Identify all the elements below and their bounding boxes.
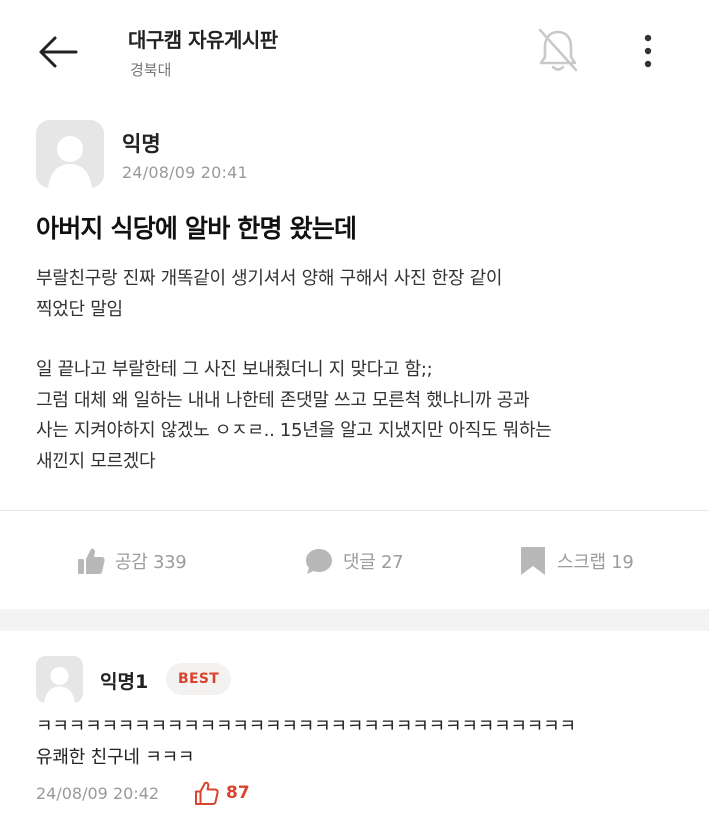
top-app-bar: 대구캠 자유게시판 경북대 — [0, 0, 709, 105]
board-school: 경북대 — [130, 61, 172, 79]
post-body-line: 그럼 대체 왜 일하는 내내 나한테 존댓말 쓰고 모른척 했냐니까 공과 — [36, 389, 530, 411]
bookmark-icon — [521, 547, 545, 575]
more-options-button[interactable] — [628, 28, 668, 74]
comment-timestamp: 24/08/09 20:42 — [36, 784, 160, 803]
thumbs-up-icon — [78, 548, 105, 574]
comment-text: ㅋㅋㅋㅋㅋㅋㅋㅋㅋㅋㅋㅋㅋㅋㅋㅋㅋㅋㅋㅋㅋㅋㅋㅋㅋㅋㅋㅋㅋㅋㅋㅋㅋ 유쾌한 친구… — [36, 711, 576, 773]
post-title: 아버지 식당에 알바 한명 왔는데 — [36, 214, 357, 243]
post-timestamp: 24/08/09 20:41 — [122, 163, 248, 182]
bell-off-icon — [538, 28, 578, 72]
post-action-bar: 공감 339 댓글 27 스크랩 19 — [0, 511, 709, 609]
author-avatar — [36, 120, 104, 188]
post-body-line: 사는 지켜야하지 않겠노 ㅇㅈㄹ.. 15년을 알고 지냈지만 아직도 뭐하는 — [36, 420, 552, 441]
best-badge: BEST — [166, 663, 232, 695]
comment-line: ㅋㅋㅋㅋㅋㅋㅋㅋㅋㅋㅋㅋㅋㅋㅋㅋㅋㅋㅋㅋㅋㅋㅋㅋㅋㅋㅋㅋㅋㅋㅋㅋㅋ — [36, 716, 576, 737]
like-button[interactable]: 공감 339 — [76, 543, 187, 579]
section-separator — [0, 609, 709, 631]
more-vertical-icon — [644, 34, 652, 68]
anonymous-avatar-icon — [36, 656, 83, 703]
scrap-button[interactable]: 스크랩 19 — [518, 543, 634, 579]
back-arrow-icon — [39, 36, 78, 68]
board-title: 대구캠 자유게시판 — [128, 28, 278, 52]
comment-label: 댓글 27 — [343, 552, 404, 573]
comment-like-button[interactable]: 87 — [194, 780, 250, 806]
post-author: 익명 — [122, 132, 161, 156]
post-body: 부랄친구랑 진짜 개똑같이 생기셔서 양해 구해서 사진 한장 같이 찍었단 말… — [36, 264, 686, 477]
comment-author-avatar — [36, 656, 83, 703]
post-body-line: 찍었단 말임 — [36, 298, 123, 320]
scrap-label: 스크랩 19 — [557, 552, 634, 573]
notification-toggle-button[interactable] — [532, 24, 584, 76]
comment-like-count: 87 — [226, 783, 250, 803]
like-label: 공감 339 — [115, 552, 187, 573]
post-body-line: 부랄친구랑 진짜 개똑같이 생기셔서 양해 구해서 사진 한장 같이 — [36, 268, 503, 289]
comment-author: 익명1 — [100, 671, 149, 693]
back-button[interactable] — [34, 30, 82, 74]
comment-bubble-icon — [306, 549, 332, 574]
post-body-line: 일 끝나고 부랄한테 그 사진 보내줬더니 지 맞다고 함;; — [36, 359, 433, 380]
comment-button[interactable]: 댓글 27 — [304, 543, 404, 579]
thumbs-up-outline-icon — [195, 781, 219, 805]
post-body-line: 새낀지 모르겠다 — [36, 450, 156, 472]
comment-line: 유쾌한 친구네 ㅋㅋㅋ — [36, 747, 195, 768]
anonymous-avatar-icon — [36, 120, 104, 188]
